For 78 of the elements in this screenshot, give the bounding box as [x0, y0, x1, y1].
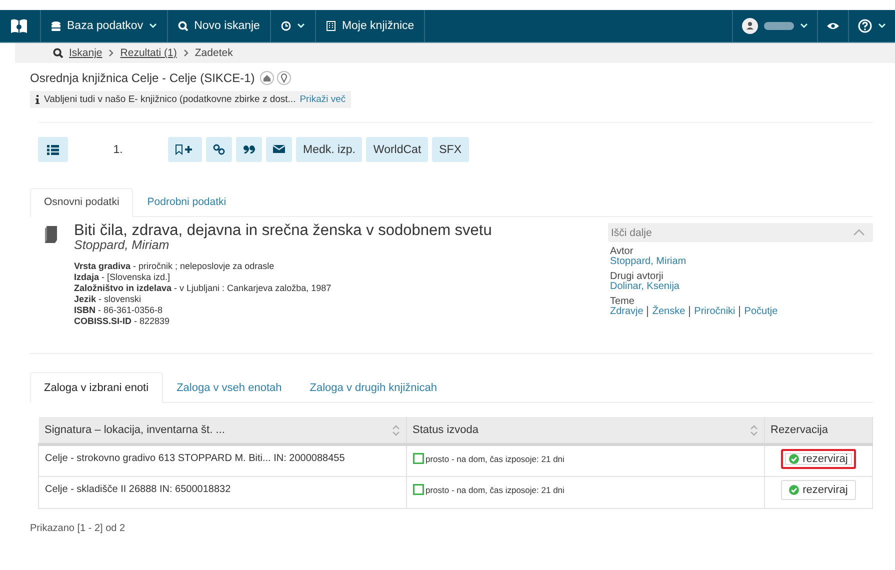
reserve-button[interactable]: rezerviraj	[780, 480, 856, 500]
home-icon[interactable]	[260, 71, 274, 85]
column-header-label: Signatura – lokacija, inventarna št. ...	[44, 424, 225, 436]
breadcrumb-current: Zadetek	[194, 47, 233, 59]
status-text: prosto - na dom, čas izposoje: 21 dni	[426, 484, 564, 494]
record-field: ISBN - 86-361-0356-8	[74, 305, 492, 316]
clock-icon	[280, 21, 291, 31]
notice-text: Vabljeni tudi v našo E- knjižnico (podatkovne zbirke z dost...	[44, 94, 296, 105]
avatar-icon	[742, 18, 758, 34]
section-header[interactable]: Išči dalje	[608, 223, 873, 242]
record-field: Jezik - slovenski	[74, 294, 492, 305]
topic-link[interactable]: Zdravje	[610, 306, 644, 317]
record-field: Izdaja - [Slovenska izd.]	[74, 272, 492, 283]
group-label: Drugi avtorji	[610, 272, 664, 282]
help-icon	[858, 19, 872, 33]
table-cell: Celje - strokovno gradivo 613 STOPPARD M. Biti... IN: 2000088455	[38, 444, 406, 476]
toolbar-button[interactable]: WorldCat	[366, 137, 428, 162]
available-square-icon	[412, 453, 424, 464]
link-icon	[213, 144, 225, 155]
table-header-cell[interactable]: Status izvoda	[406, 417, 764, 444]
bookmark-plus-icon	[175, 144, 195, 155]
check-circle-icon	[788, 454, 799, 464]
list-view-button[interactable]	[38, 137, 68, 162]
list-icon	[47, 144, 59, 154]
results-count: Prikazano [1 - 2] od 2	[30, 523, 126, 534]
record-field: Vrsta gradiva - priročnik ; neleposlovje za odrasle	[74, 261, 492, 272]
envelope-icon	[273, 144, 285, 155]
column-header-label: Rezervacija	[770, 424, 828, 436]
table-header-cell[interactable]: Signatura – lokacija, inventarna št. ...	[38, 417, 406, 444]
toolbar-button[interactable]	[236, 137, 262, 162]
library-title: Osrednja knjižnica Celje - Celje (SIKCE-1)	[30, 71, 255, 85]
toolbar-button[interactable]	[168, 137, 202, 162]
chevron-icon	[182, 49, 189, 57]
record-field: Založništvo in izdelava - v Ljubljani : Cankarjeva založba, 1987	[74, 283, 492, 294]
eye-icon	[827, 22, 839, 30]
building-icon	[326, 21, 336, 31]
book-title: Biti čila, zdrava, dejavna in srečna ženska v sodobnem svetu	[74, 223, 492, 239]
book-icon	[44, 226, 58, 244]
info-icon	[35, 95, 40, 104]
result-number: 1.	[112, 144, 124, 156]
search-icon	[178, 21, 188, 31]
topic-link[interactable]: Priročniki	[689, 306, 736, 317]
toolbar-button[interactable]	[266, 137, 292, 162]
group-label: Avtor	[610, 247, 634, 257]
toolbar-button[interactable]: Medk. izp.	[296, 137, 362, 162]
tab[interactable]: Zaloga v izbrani enoti	[30, 372, 163, 403]
toolbar-button[interactable]: SFX	[432, 137, 469, 162]
topic-link[interactable]: Stoppard, Miriam	[610, 256, 686, 267]
book-author: Stoppard, Miriam	[74, 239, 170, 252]
tab[interactable]: Podrobni podatki	[133, 188, 240, 216]
record-field: COBISS.SI-ID - 822839	[74, 316, 492, 327]
topic-link[interactable]: Dolinar, Ksenija	[610, 281, 680, 292]
toolbar-button[interactable]	[206, 137, 232, 162]
menu-button[interactable]: Novo iskanje	[168, 10, 271, 42]
menu-button[interactable]: Baza podatkov	[41, 10, 168, 42]
menu-button[interactable]: Moje knjižnice	[316, 10, 426, 42]
show-more-link[interactable]: Prikaži več	[300, 94, 346, 105]
quote-icon	[243, 144, 255, 155]
column-header-label: Status izvoda	[412, 424, 479, 436]
breadcrumb-link[interactable]: Rezultati (1)	[120, 47, 177, 59]
tab[interactable]: Zaloga v drugih knjižnicah	[296, 372, 451, 402]
tab[interactable]: Zaloga v vseh enotah	[162, 372, 296, 402]
table-cell: Celje - skladišče II 26888 IN: 6500018832	[38, 476, 406, 508]
topic-link[interactable]: Počutje	[739, 306, 778, 317]
status-text: prosto - na dom, čas izposoje: 21 dni	[426, 454, 564, 464]
blurred-name-icon	[764, 22, 794, 30]
check-circle-icon	[788, 485, 799, 495]
topic-link[interactable]: Ženske	[647, 306, 686, 317]
chevron-icon	[108, 49, 114, 57]
search-icon	[53, 48, 63, 58]
map-pin-icon[interactable]	[276, 71, 291, 85]
group-label: Teme	[610, 297, 634, 307]
database-icon	[51, 21, 61, 31]
available-square-icon	[412, 484, 424, 495]
breadcrumb-link[interactable]: Iskanje	[69, 47, 102, 59]
tab[interactable]: Osnovni podatki	[30, 188, 134, 217]
reserve-button[interactable]: rezerviraj	[780, 449, 856, 469]
book-logo-icon[interactable]	[10, 17, 28, 35]
